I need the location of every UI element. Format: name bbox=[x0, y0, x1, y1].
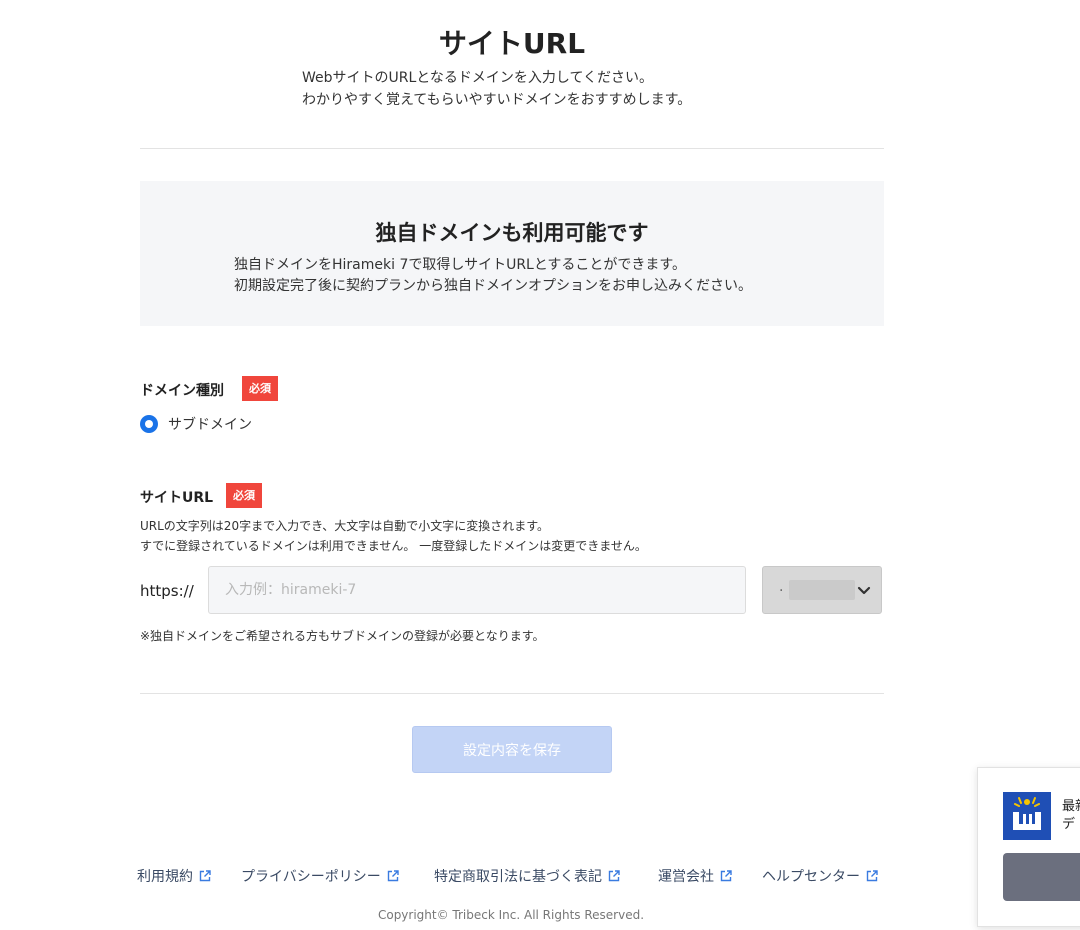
custom-domain-info-box: 独自ドメインも利用可能です 独自ドメインをHirameki 7で取得しサイトUR… bbox=[140, 181, 884, 326]
page-title: サイトURL bbox=[438, 27, 586, 60]
domain-type-required-badge: 必須 bbox=[242, 376, 278, 401]
intro-line-2: わかりやすく覚えてもらいやすいドメインをおすすめします。 bbox=[302, 92, 692, 108]
subdomain-input[interactable] bbox=[208, 566, 746, 614]
external-link-icon bbox=[720, 870, 732, 882]
site-url-label: サイトURL bbox=[140, 490, 214, 506]
external-link-icon bbox=[199, 870, 211, 882]
page-intro: WebサイトのURLとなるドメインを入力してください。 わかりやすく覚えてもらい… bbox=[302, 67, 691, 111]
widget-action-button[interactable] bbox=[1003, 853, 1080, 901]
domain-suffix-select[interactable]: . bbox=[762, 566, 882, 614]
divider-top bbox=[140, 148, 884, 149]
site-url-required-badge: 必須 bbox=[226, 483, 262, 508]
footer-nav: 利用規約 プライバシーポリシー 特定商取引法に基づく表記 運営会社 ヘルプセンタ… bbox=[0, 866, 1080, 888]
footer-link-label: 特定商取引法に基づく表記 bbox=[434, 869, 602, 885]
footer-link-terms[interactable]: 利用規約 bbox=[137, 866, 211, 886]
footer-link-commercial-law[interactable]: 特定商取引法に基づく表記 bbox=[434, 866, 620, 886]
info-box-line-2: 初期設定完了後に契約プランから独自ドメインオプションをお申し込みください。 bbox=[234, 278, 752, 294]
external-link-icon bbox=[387, 870, 399, 882]
footer-link-label: ヘルプセンター bbox=[762, 869, 860, 885]
widget-text-line-1: 最新 bbox=[1062, 799, 1080, 814]
widget-text: 最新 デ bbox=[1062, 798, 1080, 834]
footer-link-label: 運営会社 bbox=[658, 869, 714, 885]
intro-line-1: WebサイトのURLとなるドメインを入力してください。 bbox=[302, 70, 654, 86]
footer-link-label: プライバシーポリシー bbox=[241, 869, 381, 885]
chevron-down-icon bbox=[857, 586, 871, 595]
info-box-line-1: 独自ドメインをHirameki 7で取得しサイトURLとすることができます。 bbox=[234, 257, 687, 273]
site-url-help-line-1: URLの文字列は20字まで入力でき、大文字は自動で小文字に変換されます。 bbox=[140, 519, 550, 533]
footer-link-company[interactable]: 運営会社 bbox=[658, 866, 732, 886]
subdomain-note: ※独自ドメインをご希望される方もサブドメインの登録が必要となります。 bbox=[140, 629, 545, 643]
widget-text-line-2: デ bbox=[1062, 817, 1076, 832]
external-link-icon bbox=[866, 870, 878, 882]
domain-type-label: ドメイン種別 bbox=[140, 383, 224, 399]
footer-link-help-center[interactable]: ヘルプセンター bbox=[762, 866, 878, 886]
info-box-title: 独自ドメインも利用可能です bbox=[375, 221, 649, 245]
info-box-text: 独自ドメインをHirameki 7で取得しサイトURLとすることができます。 初… bbox=[234, 255, 752, 297]
site-url-help: URLの文字列は20字まで入力でき、大文字は自動で小文字に変換されます。 すでに… bbox=[140, 516, 647, 556]
footer-link-label: 利用規約 bbox=[137, 869, 193, 885]
save-settings-button[interactable]: 設定内容を保存 bbox=[412, 726, 612, 773]
external-link-icon bbox=[608, 870, 620, 882]
domain-suffix-masked bbox=[789, 580, 855, 600]
copyright: Copyright© Tribeck Inc. All Rights Reser… bbox=[377, 908, 645, 922]
subdomain-radio-label[interactable]: サブドメイン bbox=[168, 414, 252, 434]
site-url-help-line-2: すでに登録されているドメインは利用できません。 一度登録したドメインは変更できま… bbox=[140, 539, 647, 553]
brand-logo-icon bbox=[1003, 792, 1051, 840]
url-prefix: https:// bbox=[140, 582, 194, 600]
divider-bottom bbox=[140, 693, 884, 694]
footer-link-privacy[interactable]: プライバシーポリシー bbox=[241, 866, 399, 886]
domain-suffix-value: . bbox=[779, 579, 784, 595]
floating-notification-widget[interactable]: 最新 デ bbox=[977, 767, 1080, 927]
subdomain-radio[interactable] bbox=[140, 415, 158, 433]
